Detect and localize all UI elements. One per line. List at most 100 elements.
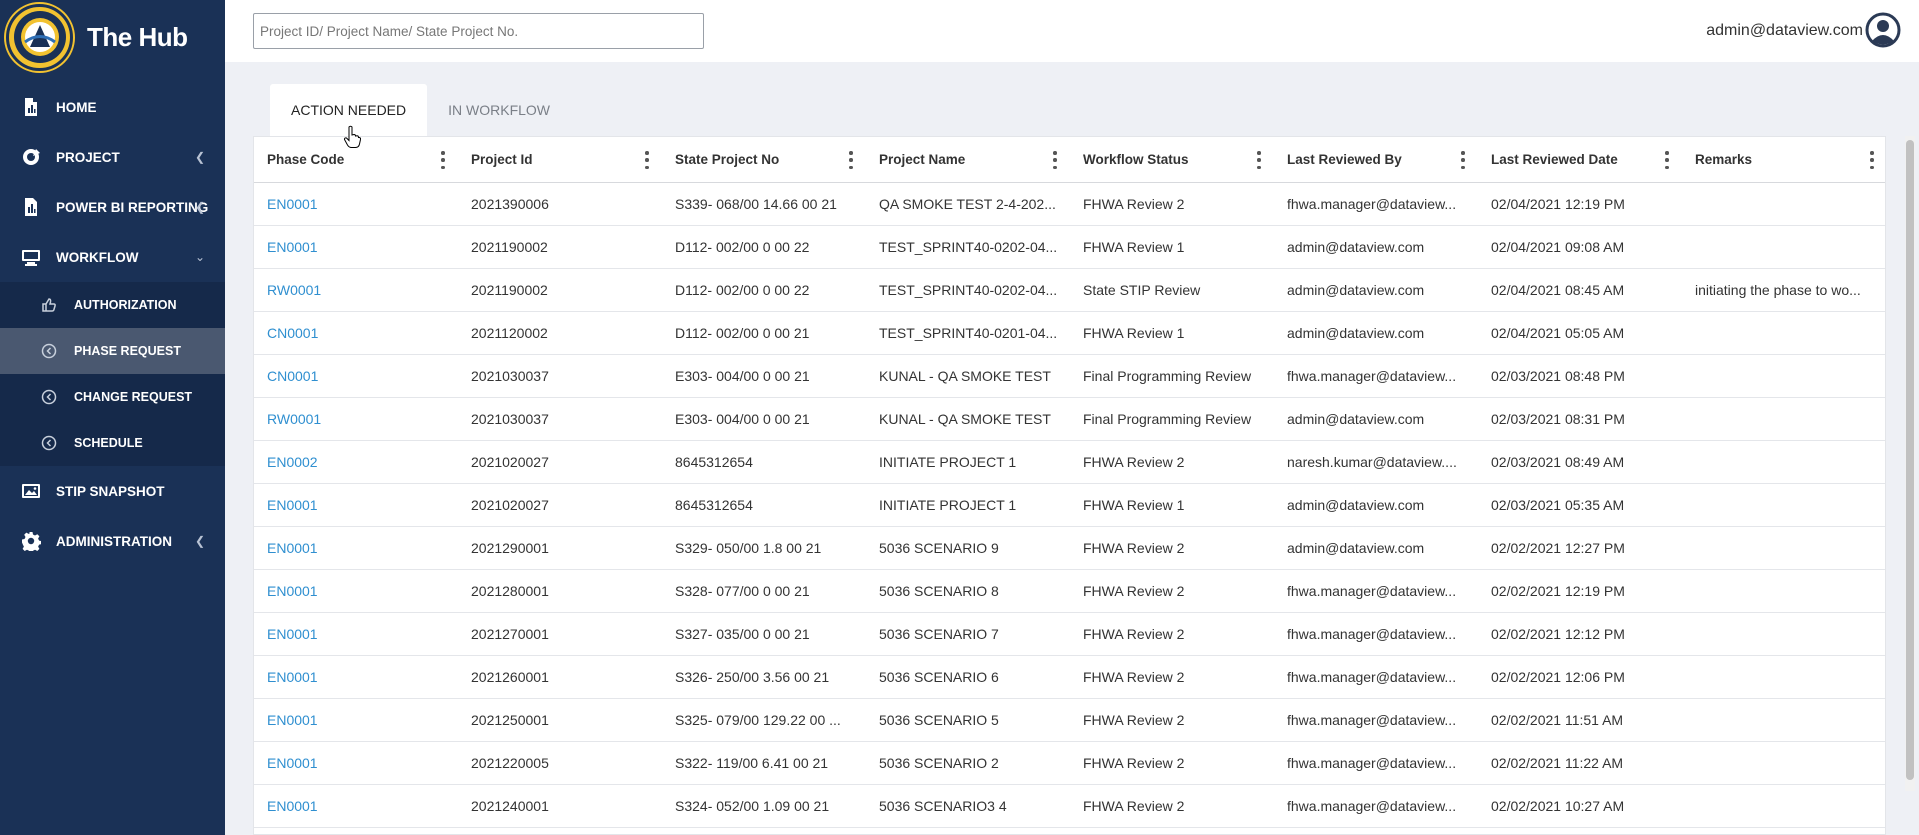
table-row[interactable]: EN0001 2021390006 S339- 068/00 14.66 00 21… (254, 182, 1885, 226)
arrow-circle-icon (40, 388, 58, 406)
column-header[interactable]: Phase Code (254, 137, 458, 183)
column-menu-icon[interactable] (1458, 151, 1468, 169)
column-header-label: Last Reviewed By (1287, 151, 1402, 167)
table-row[interactable]: EN0001 2021190002 D112- 002/00 0 00 22 TEST… (254, 225, 1885, 269)
tab-action-needed[interactable]: ACTION NEEDED (270, 84, 428, 136)
table-cell: FHWA Review 1 (1070, 483, 1274, 527)
scrollbar-thumb[interactable] (1906, 140, 1914, 780)
table-cell: 02/04/2021 08:45 AM (1478, 268, 1682, 312)
table-cell: 2021280001 (458, 569, 662, 613)
table-cell: fhwa.manager@dataview... (1274, 655, 1478, 699)
tab-in-workflow[interactable]: IN WORKFLOW (427, 84, 571, 136)
table-cell: S329- 050/00 1.8 00 21 (662, 526, 866, 570)
phase-code-link[interactable]: EN0001 (254, 655, 458, 699)
table-row[interactable]: EN0001 2021280001 S328- 077/00 0 00 21 5036… (254, 569, 1885, 613)
table-row[interactable]: RW0001 2021190002 D112- 002/00 0 00 22 TEST… (254, 268, 1885, 312)
column-menu-icon[interactable] (1662, 151, 1672, 169)
phase-code-link[interactable]: EN0001 (254, 182, 458, 226)
table-cell (1682, 440, 1885, 484)
table-cell: 5036 SCENARIO 6 (866, 655, 1070, 699)
table-row[interactable]: EN0001 2021290001 S329- 050/00 1.8 00 21 50… (254, 526, 1885, 570)
sidebar-item-workflow[interactable]: WORKFLOW ⌄ (0, 232, 225, 282)
column-menu-icon[interactable] (438, 151, 448, 169)
table-cell: 02/03/2021 08:49 AM (1478, 440, 1682, 484)
table-row[interactable]: RW0001 2021030037 E303- 004/00 0 00 21 KUNA… (254, 397, 1885, 441)
phase-code-link[interactable]: EN0001 (254, 784, 458, 828)
table-row[interactable]: EN0002 2021020027 8645312654 INITIATE PROJE… (254, 440, 1885, 484)
table-row[interactable]: CN0001 2021120002 D112- 002/00 0 00 21 TEST… (254, 311, 1885, 355)
column-header[interactable]: Last Reviewed Date (1478, 137, 1682, 183)
table-cell: 5036 SCENARIO 5 (866, 698, 1070, 742)
gear-icon (20, 530, 42, 552)
sidebar-item-label: PROJECT (56, 149, 120, 165)
table-row[interactable]: EN0001 2021270001 S327- 035/00 0 00 21 5036… (254, 612, 1885, 656)
column-menu-icon[interactable] (846, 151, 856, 169)
table-cell: 02/04/2021 09:08 AM (1478, 225, 1682, 269)
column-header[interactable]: Project Id (458, 137, 662, 183)
column-header[interactable]: State Project No (662, 137, 866, 183)
sidebar-item-home[interactable]: HOME (0, 82, 225, 132)
app-title: The Hub (87, 21, 188, 52)
table-cell: initiating the phase to wo... (1682, 268, 1885, 312)
table-row[interactable]: EN0001 2021260001 S326- 250/00 3.56 00 21 5… (254, 655, 1885, 699)
table-row[interactable]: EN0001 2021240001 S324- 052/00 1.09 00 21 5… (254, 784, 1885, 828)
sidebar-subitem-schedule[interactable]: SCHEDULE (0, 420, 225, 466)
table-row[interactable]: EN0001 2021220005 S322- 119/00 6.41 00 21 5… (254, 741, 1885, 785)
column-menu-icon[interactable] (642, 151, 652, 169)
column-header-label: Phase Code (267, 151, 345, 167)
phase-code-link[interactable]: CN0001 (254, 354, 458, 398)
table-cell: FHWA Review 2 (1070, 698, 1274, 742)
chevron-left-icon: ❮ (194, 534, 205, 548)
table-row[interactable]: EN0001 2021020027 8645312654 INITIATE PROJE… (254, 483, 1885, 527)
table-cell: S326- 250/00 3.56 00 21 (662, 655, 866, 699)
phase-code-link[interactable]: EN0001 (254, 741, 458, 785)
sidebar-subitem-change-request[interactable]: CHANGE REQUEST (0, 374, 225, 420)
table-cell: 5036 SCENARIO 2 (866, 741, 1070, 785)
column-menu-icon[interactable] (1254, 151, 1264, 169)
column-menu-icon[interactable] (1867, 151, 1877, 169)
sidebar-item-project[interactable]: PROJECT ❮ (0, 132, 225, 182)
phase-code-link[interactable]: EN0001 (254, 225, 458, 269)
table-cell: D112- 002/00 0 00 21 (662, 311, 866, 355)
table-cell: fhwa.manager@dataview... (1274, 698, 1478, 742)
sidebar-item-stip-snapshot[interactable]: STIP SNAPSHOT (0, 466, 225, 516)
phase-code-link[interactable]: CN0001 (254, 311, 458, 355)
table-cell: 2021250001 (458, 698, 662, 742)
table-row[interactable]: EN0001 2021250001 S325- 079/00 129.22 00 .… (254, 698, 1885, 742)
phase-code-link[interactable]: EN0002 (254, 440, 458, 484)
vertical-scrollbar[interactable] (1905, 136, 1915, 791)
table-cell: 02/02/2021 11:51 AM (1478, 698, 1682, 742)
sidebar-subitem-phase-request[interactable]: PHASE REQUEST (0, 328, 225, 374)
sidebar-item-power-bi-reporting[interactable]: POWER BI REPORTING ❮ (0, 182, 225, 232)
brand[interactable]: The Hub (0, 0, 225, 74)
sidebar-subitem-authorization[interactable]: AUTHORIZATION (0, 282, 225, 328)
arrow-circle-icon (40, 434, 58, 452)
column-header[interactable]: Last Reviewed By (1274, 137, 1478, 183)
table-body: EN0001 2021390006 S339- 068/00 14.66 00 21… (254, 182, 1885, 828)
column-menu-icon[interactable] (1050, 151, 1060, 169)
report-icon (20, 196, 42, 218)
user-avatar-icon[interactable] (1865, 12, 1901, 48)
phase-code-link[interactable]: RW0001 (254, 268, 458, 312)
search-input[interactable] (253, 13, 704, 49)
phase-code-link[interactable]: RW0001 (254, 397, 458, 441)
sidebar-item-label: STIP SNAPSHOT (56, 483, 165, 499)
column-header[interactable]: Workflow Status (1070, 137, 1274, 183)
phase-code-link[interactable]: EN0001 (254, 483, 458, 527)
table-cell: 2021390006 (458, 182, 662, 226)
table-cell: State STIP Review (1070, 268, 1274, 312)
user-email[interactable]: admin@dataview.com (1706, 0, 1863, 62)
table-row[interactable]: CN0001 2021030037 E303- 004/00 0 00 21 KUNA… (254, 354, 1885, 398)
column-header-label: Workflow Status (1083, 151, 1189, 167)
column-header[interactable]: Project Name (866, 137, 1070, 183)
table-cell: 02/03/2021 05:35 AM (1478, 483, 1682, 527)
chevron-down-icon: ⌄ (194, 250, 205, 264)
sidebar-item-administration[interactable]: ADMINISTRATION ❮ (0, 516, 225, 566)
phase-code-link[interactable]: EN0001 (254, 698, 458, 742)
phase-code-link[interactable]: EN0001 (254, 569, 458, 613)
table-cell: 2021290001 (458, 526, 662, 570)
phase-code-link[interactable]: EN0001 (254, 612, 458, 656)
phase-code-link[interactable]: EN0001 (254, 526, 458, 570)
column-header[interactable]: Remarks (1682, 137, 1885, 183)
table-cell: FHWA Review 2 (1070, 182, 1274, 226)
